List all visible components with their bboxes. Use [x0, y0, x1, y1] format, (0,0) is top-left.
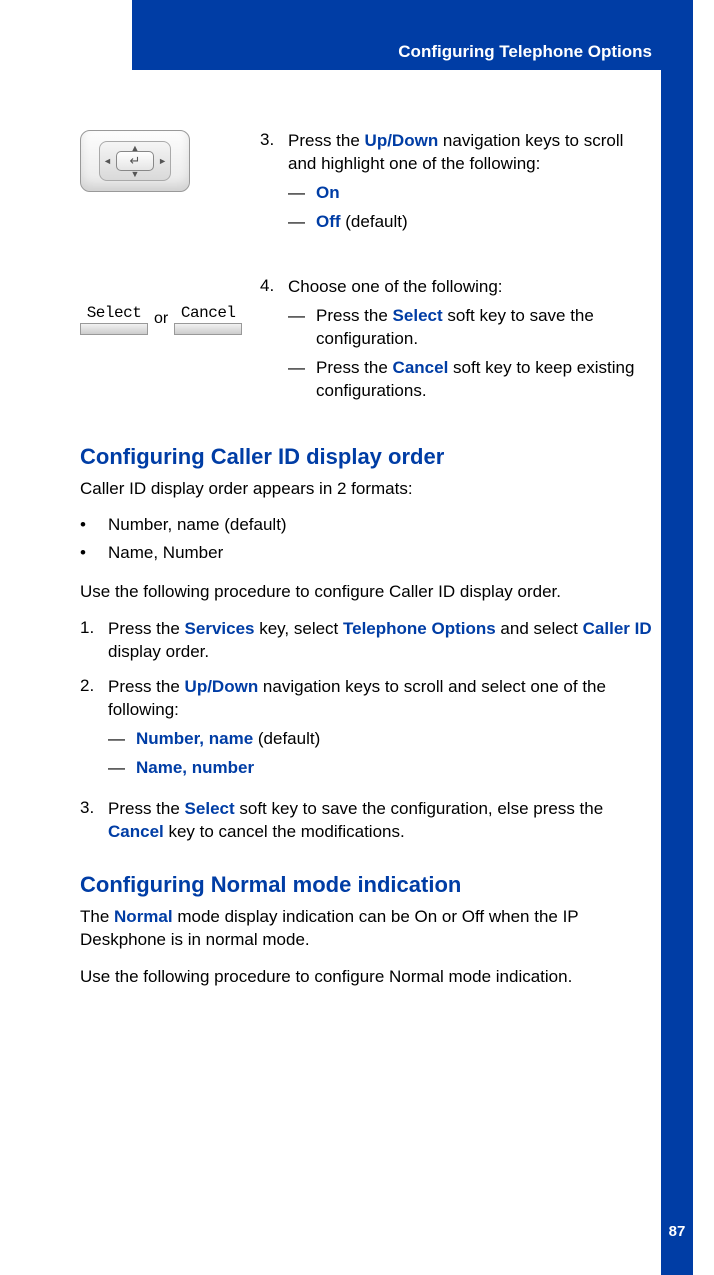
bullet-text: Number, name (default) — [108, 515, 655, 535]
step-3-row: ▲ ▼ ◄ ► ↵ 3. Press the Up/Down navigatio… — [80, 130, 655, 248]
telephone-options-key: Telephone Options — [343, 619, 496, 638]
callerid-proc-intro: Use the following procedure to configure… — [80, 581, 655, 604]
softkey-bar — [174, 323, 242, 335]
normal-intro: The Normal mode display indication can b… — [80, 906, 655, 952]
proc-step-1: 1. Press the Services key, select Teleph… — [80, 618, 655, 664]
t: Press the — [316, 306, 393, 325]
t: Press the Services key, select Telephone… — [108, 618, 655, 664]
stxt: Press the Cancel soft key to keep existi… — [316, 357, 655, 403]
opt-number-name: — Number, name (default) — [108, 728, 655, 751]
step-4-sub-select: — Press the Select soft key to save the … — [288, 305, 655, 351]
section-heading-callerid: Configuring Caller ID display order — [80, 444, 655, 470]
proc-step-2: 2. Press the Up/Down navigation keys to … — [80, 676, 655, 786]
normal-key: Normal — [114, 907, 173, 926]
dash: — — [288, 182, 316, 205]
dash: — — [288, 211, 316, 234]
select-softkey-icon: Select — [80, 304, 148, 335]
page-content: ▲ ▼ ◄ ► ↵ 3. Press the Up/Down navigatio… — [80, 130, 655, 1003]
opt-name-number: — Name, number — [108, 757, 655, 780]
callerid-proc-list: 1. Press the Services key, select Teleph… — [80, 618, 655, 844]
step-4-graphic: Select or Cancel — [80, 276, 260, 417]
bullet-text: Name, Number — [108, 543, 655, 563]
bullet: • — [80, 515, 108, 535]
softkey-group: Select or Cancel — [80, 304, 250, 335]
bullet-name-number: • Name, Number — [80, 543, 655, 563]
enter-key-icon: ↵ — [116, 151, 154, 171]
step-4-body: Choose one of the following: — Press the… — [288, 276, 655, 409]
up-arrow-icon: ▲ — [131, 143, 140, 153]
nav-cluster-icon: ▲ ▼ ◄ ► ↵ — [80, 130, 190, 192]
callerid-key: Caller ID — [583, 619, 652, 638]
bullet-number-name: • Number, name (default) — [80, 515, 655, 535]
dash: — — [108, 757, 136, 780]
step-3-item: 3. Press the Up/Down navigation keys to … — [260, 130, 655, 240]
softkey-bar — [80, 323, 148, 335]
or-text: or — [154, 310, 168, 328]
select-key: Select — [393, 306, 443, 325]
t: Press the — [316, 358, 393, 377]
proc-step-3: 3. Press the Select soft key to save the… — [80, 798, 655, 844]
section-heading-normal: Configuring Normal mode indication — [80, 872, 655, 898]
t: display order. — [108, 642, 209, 661]
n: 3. — [80, 798, 108, 844]
stxt: Press the Select soft key to save the co… — [316, 305, 655, 351]
right-arrow-icon: ► — [158, 156, 167, 166]
left-arrow-icon: ◄ — [103, 156, 112, 166]
step-3-graphic: ▲ ▼ ◄ ► ↵ — [80, 130, 260, 248]
t: Choose one of the following: — [288, 277, 503, 296]
n: 1. — [80, 618, 108, 664]
t: Press the — [108, 619, 185, 638]
page-number: 87 — [669, 1223, 686, 1240]
nav-inner: ▲ ▼ ◄ ► ↵ — [99, 141, 171, 181]
step-4-item: 4. Choose one of the following: — Press … — [260, 276, 655, 409]
off-option: Off — [316, 212, 341, 231]
t: soft key to save the configuration, else… — [235, 799, 604, 818]
t: and select — [496, 619, 583, 638]
t: Press the — [288, 131, 365, 150]
header-title: Configuring Telephone Options — [398, 42, 652, 62]
updown-key: Up/Down — [365, 131, 439, 150]
t: Press the Select soft key to save the co… — [108, 798, 655, 844]
step-4-text: 4. Choose one of the following: — Press … — [260, 276, 655, 417]
t: Press the Up/Down navigation keys to scr… — [108, 676, 655, 786]
callerid-intro: Caller ID display order appears in 2 for… — [80, 478, 655, 501]
cancel-softkey-icon: Cancel — [174, 304, 242, 335]
dash: — — [288, 357, 316, 403]
cancel-key: Cancel — [108, 822, 164, 841]
step-3-opt-on: — On — [288, 182, 655, 205]
down-arrow-icon: ▼ — [131, 169, 140, 179]
updown-key: Up/Down — [185, 677, 259, 696]
t: The — [80, 907, 114, 926]
cancel-key: Cancel — [393, 358, 449, 377]
t: Press the — [108, 799, 185, 818]
t: key to cancel the modifications. — [164, 822, 405, 841]
on-option: On — [316, 183, 340, 202]
step-3-body: Press the Up/Down navigation keys to scr… — [288, 130, 655, 240]
t: key, select — [255, 619, 344, 638]
dash: — — [108, 728, 136, 751]
off-suffix: (default) — [341, 212, 408, 231]
select-key: Select — [185, 799, 235, 818]
step-3-opt-off: — Off (default) — [288, 211, 655, 234]
dash: — — [288, 305, 316, 351]
select-softkey-label: Select — [80, 304, 148, 322]
suffix: (default) — [253, 729, 320, 748]
bullet: • — [80, 543, 108, 563]
step-4-number: 4. — [260, 276, 288, 409]
step-3-number: 3. — [260, 130, 288, 240]
right-blue-strip — [661, 0, 693, 1275]
services-key: Services — [185, 619, 255, 638]
step-3-text: 3. Press the Up/Down navigation keys to … — [260, 130, 655, 248]
cancel-softkey-label: Cancel — [174, 304, 242, 322]
n: 2. — [80, 676, 108, 786]
step-4-row: Select or Cancel 4. Choose one of the fo… — [80, 276, 655, 417]
step-4-sub-cancel: — Press the Cancel soft key to keep exis… — [288, 357, 655, 403]
t: Press the — [108, 677, 185, 696]
normal-proc-intro: Use the following procedure to configure… — [80, 966, 655, 989]
page-number-box: 87 — [661, 1215, 693, 1247]
number-name-option: Number, name — [136, 729, 253, 748]
name-number-option: Name, number — [136, 758, 254, 777]
